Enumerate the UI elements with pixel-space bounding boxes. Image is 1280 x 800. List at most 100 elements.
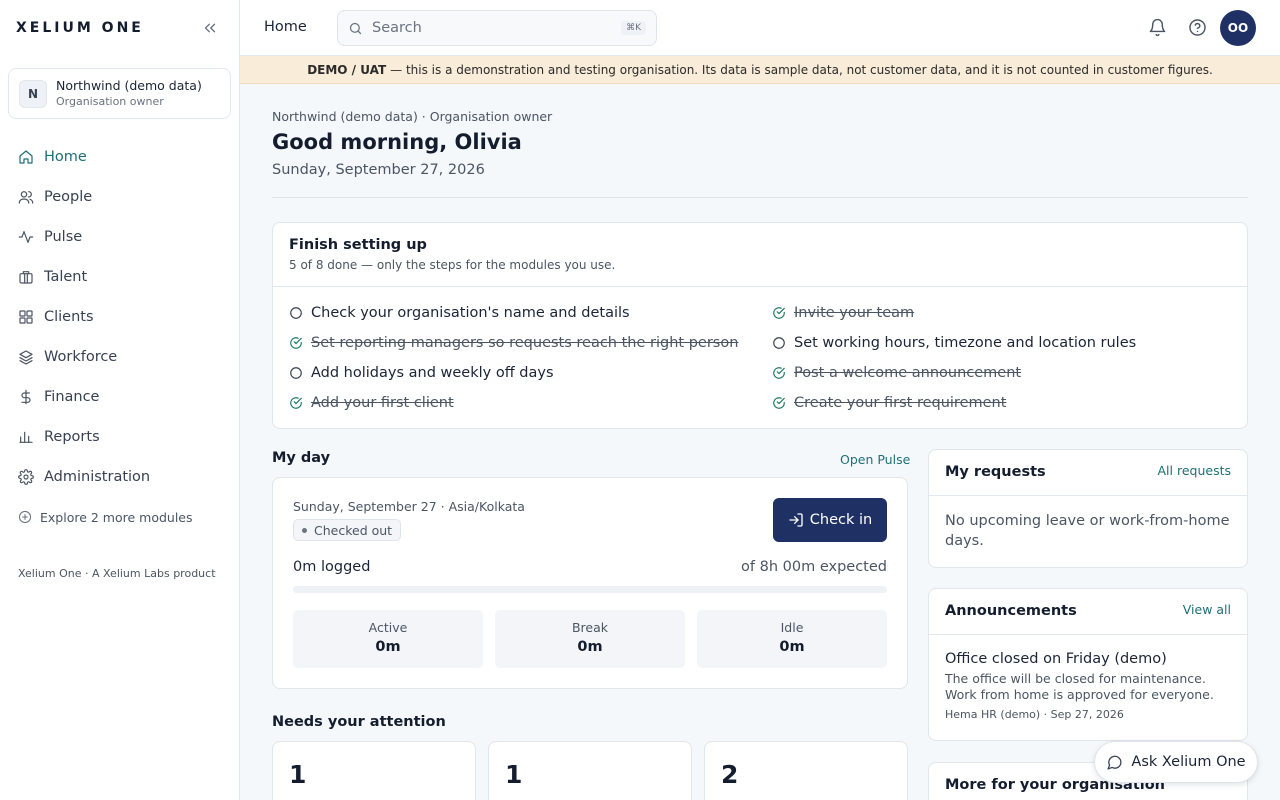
setup-step-label: Post a welcome announcement — [794, 365, 1022, 381]
demo-banner-label: DEMO / UAT — [307, 62, 387, 77]
divider — [272, 197, 1248, 198]
setup-step[interactable]: Set working hours, timezone and location… — [772, 333, 1136, 353]
briefcase-icon — [18, 269, 34, 285]
open-pulse-link[interactable]: Open Pulse — [840, 452, 910, 467]
sidebar-item-talent[interactable]: Talent — [0, 257, 239, 297]
sidebar-item-pulse[interactable]: Pulse — [0, 217, 239, 257]
setup-step-label: Invite your team — [794, 305, 915, 321]
circle-icon — [772, 336, 786, 350]
time-logged: 0m logged — [293, 559, 371, 575]
check-in-button[interactable]: Check in — [773, 498, 887, 542]
view-all-announcements-link[interactable]: View all — [1183, 602, 1231, 617]
setup-subtitle: 5 of 8 done — only the steps for the mod… — [289, 258, 616, 272]
sidebar-item-finance[interactable]: Finance — [0, 377, 239, 417]
page-title: Home — [264, 19, 307, 35]
stat-break: Break 0m — [495, 610, 685, 668]
people-icon — [18, 189, 34, 205]
search-icon — [348, 21, 363, 36]
setup-step[interactable]: Set reporting managers so requests reach… — [289, 333, 738, 353]
stat-label: Idle — [780, 620, 804, 635]
announcement-body: The office will be closed for maintenanc… — [945, 671, 1214, 702]
bell-icon[interactable] — [1148, 18, 1167, 37]
search-placeholder: Search — [372, 20, 422, 36]
breadcrumb: Northwind (demo data) · Organisation own… — [272, 109, 553, 124]
my-day-date: Sunday, September 27 · Asia/Kolkata — [293, 499, 525, 514]
plus-circle-icon — [18, 510, 32, 524]
sidebar-item-people[interactable]: People — [0, 177, 239, 217]
attention-card[interactable]: 2 — [704, 741, 908, 800]
org-switcher[interactable]: N Northwind (demo data) Organisation own… — [8, 68, 231, 119]
setup-step-label: Set working hours, timezone and location… — [794, 335, 1137, 351]
stat-value: 0m — [577, 639, 603, 655]
divider — [273, 286, 1247, 287]
sidebar-item-label: Reports — [44, 429, 100, 445]
sidebar-item-label: Pulse — [44, 229, 83, 245]
check-circle-icon — [289, 396, 303, 410]
setup-step[interactable]: Post a welcome announcement — [772, 363, 1021, 383]
ask-assistant-label: Ask Xelium One — [1131, 754, 1246, 770]
sidebar-item-label: Home — [44, 149, 87, 165]
stat-value: 0m — [779, 639, 805, 655]
stat-label: Break — [571, 620, 609, 635]
ask-assistant-button[interactable]: Ask Xelium One — [1094, 741, 1258, 783]
search-shortcut: ⌘K — [621, 21, 646, 35]
sidebar-item-administration[interactable]: Administration — [0, 457, 239, 497]
announcement-title[interactable]: Office closed on Friday (demo) — [945, 651, 1167, 667]
all-requests-link[interactable]: All requests — [1158, 463, 1232, 478]
divider — [929, 634, 1247, 635]
divider — [929, 495, 1247, 496]
time-expected: of 8h 00m expected — [741, 559, 887, 575]
attention-card[interactable]: 1 — [488, 741, 692, 800]
sidebar: XELIUM ONE N Northwind (demo data) Organ… — [0, 0, 240, 800]
check-circle-icon — [772, 396, 786, 410]
explore-modules-link[interactable]: Explore 2 more modules — [0, 507, 239, 527]
status-label: Checked out — [314, 522, 393, 538]
setup-step-label: Set reporting managers so requests reach… — [311, 335, 739, 351]
attention-title: Needs your attention — [272, 714, 446, 730]
help-icon[interactable] — [1188, 18, 1207, 37]
sidebar-footer: Xelium One · A Xelium Labs product — [18, 567, 216, 580]
org-badge: N — [19, 79, 47, 108]
setup-step-label: Check your organisation's name and detai… — [311, 305, 630, 321]
status-badge: Checked out — [293, 519, 402, 541]
sidebar-item-clients[interactable]: Clients — [0, 297, 239, 337]
sidebar-item-home[interactable]: Home — [0, 137, 239, 177]
status-dot — [302, 527, 307, 533]
announcement-meta: Hema HR (demo) · Sep 27, 2026 — [945, 708, 1124, 721]
search-input[interactable]: Search ⌘K — [337, 10, 657, 46]
setup-step[interactable]: Add your first client — [289, 393, 454, 413]
setup-step[interactable]: Invite your team — [772, 303, 914, 323]
layers-icon — [18, 349, 34, 365]
dollar-icon — [18, 389, 34, 405]
log-in-icon — [788, 512, 804, 528]
setup-step[interactable]: Create your first requirement — [772, 393, 1006, 413]
my-requests-title: My requests — [945, 464, 1046, 480]
avatar[interactable]: OO — [1220, 10, 1256, 46]
progress-bar — [293, 586, 887, 593]
setup-step[interactable]: Check your organisation's name and detai… — [289, 303, 630, 323]
sidebar-item-workforce[interactable]: Workforce — [0, 337, 239, 377]
bar-chart-icon — [18, 429, 34, 445]
attention-count: 1 — [505, 760, 523, 789]
collapse-sidebar-icon[interactable] — [201, 19, 219, 37]
requests-empty-state: No upcoming leave or work-from-home days… — [945, 513, 1230, 549]
sidebar-item-label: Clients — [44, 309, 94, 325]
sidebar-item-reports[interactable]: Reports — [0, 417, 239, 457]
attention-count: 2 — [721, 760, 739, 789]
stat-label: Active — [368, 620, 408, 635]
setup-step[interactable]: Add holidays and weekly off days — [289, 363, 554, 383]
stat-active: Active 0m — [293, 610, 483, 668]
check-circle-icon — [289, 336, 303, 350]
demo-banner-text: — this is a demonstration and testing or… — [390, 62, 1213, 77]
brand-logo: XELIUM ONE — [16, 20, 144, 36]
check-circle-icon — [772, 306, 786, 320]
home-icon — [18, 149, 34, 165]
brand-row: XELIUM ONE — [0, 0, 239, 56]
attention-card[interactable]: 1 — [272, 741, 476, 800]
setup-title: Finish setting up — [289, 237, 427, 253]
sidebar-item-label: Finance — [44, 389, 100, 405]
demo-banner: DEMO / UAT — this is a demonstration and… — [240, 56, 1280, 84]
attention-count: 1 — [289, 760, 307, 789]
setup-step-label: Add your first client — [311, 395, 454, 411]
announcements-card: Announcements View all Office closed on … — [928, 588, 1248, 741]
